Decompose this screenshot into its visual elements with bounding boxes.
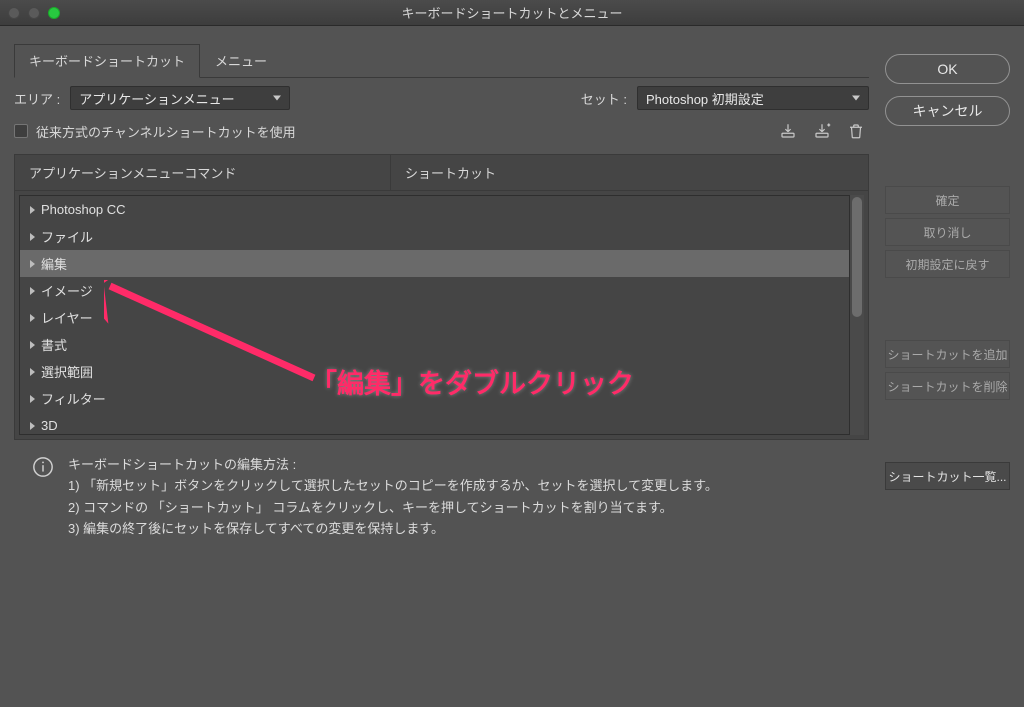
table-row[interactable]: 3D xyxy=(20,412,849,439)
help-l1: 1) 「新規セット」ボタンをクリックして選択したセットのコピーを作成するか、セッ… xyxy=(68,475,718,496)
row-label: イメージ xyxy=(41,281,93,300)
row-label: フィルター xyxy=(41,389,106,408)
area-label: エリア : xyxy=(14,89,60,108)
chevron-right-icon xyxy=(30,260,35,268)
zoom-dot[interactable] xyxy=(48,7,60,19)
chevron-right-icon xyxy=(30,341,35,349)
row-label: 選択範囲 xyxy=(41,362,93,381)
tab-bar: キーボードショートカット メニュー xyxy=(14,44,869,78)
chevron-right-icon xyxy=(30,206,35,214)
tab-shortcuts[interactable]: キーボードショートカット xyxy=(14,44,200,78)
set-label: セット : xyxy=(581,89,627,108)
row-label: Photoshop CC xyxy=(41,202,126,217)
row-label: 書式 xyxy=(41,335,67,354)
scrollbar[interactable] xyxy=(850,195,864,435)
window-controls xyxy=(8,7,60,19)
summary-button[interactable]: ショートカット一覧... xyxy=(885,462,1010,490)
row-label: 編集 xyxy=(41,254,67,273)
cancel-button[interactable]: キャンセル xyxy=(885,96,1010,126)
add-shortcut-button[interactable]: ショートカットを追加 xyxy=(885,340,1010,368)
table-row[interactable]: ファイル xyxy=(20,223,849,250)
row-label: 3D xyxy=(41,418,58,433)
delete-set-icon[interactable] xyxy=(843,120,869,142)
chevron-right-icon xyxy=(30,368,35,376)
table-row[interactable]: イメージ xyxy=(20,277,849,304)
titlebar: キーボードショートカットとメニュー xyxy=(0,0,1024,26)
reset-button[interactable]: 初期設定に戻す xyxy=(885,250,1010,278)
table-row[interactable]: Photoshop CC xyxy=(20,196,849,223)
legacy-checkbox[interactable] xyxy=(14,124,28,138)
chevron-right-icon xyxy=(30,314,35,322)
undo-button[interactable]: 取り消し xyxy=(885,218,1010,246)
chevron-right-icon xyxy=(30,422,35,430)
minimize-dot[interactable] xyxy=(28,7,40,19)
help-text: キーボードショートカットの編集方法 : 1) 「新規セット」ボタンをクリックして… xyxy=(14,440,869,540)
row-label: ファイル xyxy=(41,227,93,246)
help-l3: 3) 編集の終了後にセットを保存してすべての変更を保持します。 xyxy=(68,518,718,539)
set-select[interactable]: Photoshop 初期設定 xyxy=(637,86,869,110)
window-title: キーボードショートカットとメニュー xyxy=(401,3,622,22)
table-row[interactable]: 編集 xyxy=(20,250,849,277)
save-set-icon[interactable] xyxy=(775,120,801,142)
table-row[interactable]: 選択範囲 xyxy=(20,358,849,385)
tab-menus[interactable]: メニュー xyxy=(200,44,282,77)
col-shortcut: ショートカット xyxy=(390,155,868,190)
new-set-icon[interactable] xyxy=(809,120,835,142)
shortcut-table: アプリケーションメニューコマンド ショートカット Photoshop CC ファイ… xyxy=(14,154,869,440)
area-select[interactable]: アプリケーションメニュー xyxy=(70,86,290,110)
help-l2: 2) コマンドの 「ショートカット」 コラムをクリックし、キーを押してショートカ… xyxy=(68,497,718,518)
help-title: キーボードショートカットの編集方法 : xyxy=(68,454,718,475)
info-icon xyxy=(32,456,54,478)
table-row[interactable]: 書式 xyxy=(20,331,849,358)
table-row[interactable]: フィルター xyxy=(20,385,849,412)
row-label: レイヤー xyxy=(41,308,93,327)
legacy-label: 従来方式のチャンネルショートカットを使用 xyxy=(36,122,296,141)
table-row[interactable]: レイヤー xyxy=(20,304,849,331)
command-list: Photoshop CC ファイル編集イメージレイヤー書式選択範囲フィルター 3D xyxy=(19,195,850,435)
chevron-right-icon xyxy=(30,395,35,403)
accept-button[interactable]: 確定 xyxy=(885,186,1010,214)
ok-button[interactable]: OK xyxy=(885,54,1010,84)
close-dot[interactable] xyxy=(8,7,20,19)
scroll-thumb[interactable] xyxy=(852,197,862,317)
delete-shortcut-button[interactable]: ショートカットを削除 xyxy=(885,372,1010,400)
col-command: アプリケーションメニューコマンド xyxy=(15,163,390,182)
chevron-right-icon xyxy=(30,287,35,295)
chevron-right-icon xyxy=(30,233,35,241)
